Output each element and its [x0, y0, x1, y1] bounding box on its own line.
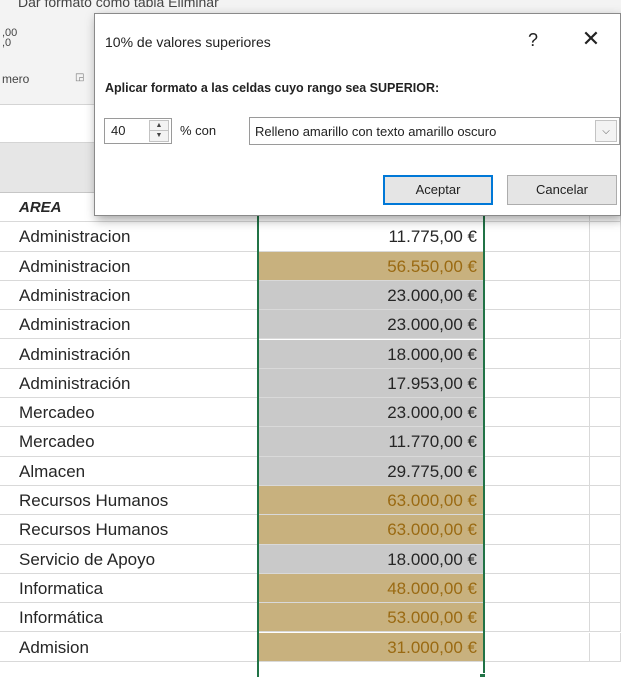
- area-cell[interactable]: Admision: [0, 632, 258, 662]
- format-dropdown-value: Relleno amarillo con texto amarillo oscu…: [255, 124, 497, 139]
- table-row: Servicio de Apoyo 18.000,00 €: [0, 544, 621, 574]
- empty-cell[interactable]: [484, 280, 590, 311]
- amount-cell[interactable]: 48.000,00 €: [258, 573, 484, 604]
- decimal-places-button[interactable]: ,00,0: [2, 28, 17, 49]
- rank-value[interactable]: 40: [111, 123, 125, 138]
- table-row: Administracion 23.000,00 €: [0, 310, 621, 340]
- amount-cell[interactable]: 17.953,00 €: [258, 368, 484, 399]
- empty-cell[interactable]: [590, 251, 621, 281]
- empty-cell[interactable]: [590, 427, 621, 457]
- amount-cell[interactable]: 31.000,00 €: [258, 632, 484, 662]
- empty-cell[interactable]: [590, 603, 621, 633]
- area-cell[interactable]: Recursos Humanos: [0, 515, 258, 545]
- empty-cell[interactable]: [484, 427, 590, 457]
- table-row: Almacen 29.775,00 €: [0, 456, 621, 486]
- table-row: Administración 18.000,00 €: [0, 339, 621, 369]
- empty-cell[interactable]: [484, 515, 590, 545]
- empty-cell[interactable]: [590, 339, 621, 369]
- empty-cell[interactable]: [590, 486, 621, 516]
- area-cell[interactable]: Administración: [0, 368, 258, 399]
- dialog-prompt: Aplicar formato a las celdas cuyo rango …: [105, 81, 440, 95]
- spinner-down-icon[interactable]: ▼: [150, 131, 168, 141]
- amount-cell[interactable]: 11.770,00 €: [258, 427, 484, 457]
- table-row: Administracion 56.550,00 €: [0, 251, 621, 281]
- empty-cell[interactable]: [484, 603, 590, 633]
- number-group-label: mero: [2, 72, 30, 86]
- area-cell[interactable]: Recursos Humanos: [0, 486, 258, 516]
- area-cell[interactable]: Administracion: [0, 251, 258, 281]
- area-cell[interactable]: Informática: [0, 603, 258, 633]
- empty-cell[interactable]: [484, 310, 590, 340]
- empty-cell[interactable]: [590, 280, 621, 311]
- area-cell[interactable]: Servicio de Apoyo: [0, 544, 258, 574]
- top-10-percent-dialog: 10% de valores superiores ? ✕ Aplicar fo…: [94, 13, 621, 216]
- help-button[interactable]: ?: [523, 30, 543, 51]
- close-icon[interactable]: ✕: [579, 27, 603, 52]
- table-row: Administracion 23.000,00 €: [0, 280, 621, 311]
- area-cell[interactable]: Almacen: [0, 456, 258, 486]
- area-cell[interactable]: Administracion: [0, 222, 258, 252]
- amount-cell[interactable]: 18.000,00 €: [258, 544, 484, 574]
- table-row: Admision 31.000,00 €: [0, 632, 621, 662]
- area-cell[interactable]: Administracion: [0, 310, 258, 340]
- rank-spinner[interactable]: 40 ▲ ▼: [104, 118, 172, 144]
- table-row: Administracion 11.775,00 €: [0, 222, 621, 252]
- empty-cell[interactable]: [484, 573, 590, 604]
- empty-cell[interactable]: [484, 398, 590, 428]
- table-row: Informática 53.000,00 €: [0, 603, 621, 633]
- amount-cell[interactable]: 11.775,00 €: [258, 222, 484, 252]
- table-row: Recursos Humanos 63.000,00 €: [0, 515, 621, 545]
- area-cell[interactable]: Mercadeo: [0, 427, 258, 457]
- table-row: Mercadeo 11.770,00 €: [0, 427, 621, 457]
- amount-cell[interactable]: 23.000,00 €: [258, 310, 484, 340]
- percent-with-label: % con: [180, 123, 217, 138]
- empty-cell[interactable]: [590, 398, 621, 428]
- table-row: Administración 17.953,00 €: [0, 368, 621, 399]
- spinner-up-icon[interactable]: ▲: [150, 121, 168, 131]
- amount-cell[interactable]: 53.000,00 €: [258, 603, 484, 633]
- amount-cell[interactable]: 29.775,00 €: [258, 456, 484, 486]
- spinner-buttons: ▲ ▼: [149, 120, 169, 142]
- amount-cell[interactable]: 56.550,00 €: [258, 251, 484, 281]
- dialog-launcher-icon[interactable]: ◲: [75, 72, 84, 83]
- empty-cell[interactable]: [484, 456, 590, 486]
- empty-cell[interactable]: [590, 222, 621, 252]
- empty-cell[interactable]: [484, 486, 590, 516]
- empty-cell[interactable]: [590, 515, 621, 545]
- empty-cell[interactable]: [484, 251, 590, 281]
- ribbon-cut-off-labels[interactable]: Dar formato como tabla Eliminar: [18, 0, 458, 10]
- empty-cell[interactable]: [590, 368, 621, 399]
- format-dropdown[interactable]: Relleno amarillo con texto amarillo oscu…: [249, 117, 620, 145]
- ok-button[interactable]: Aceptar: [383, 175, 493, 205]
- table-row: Recursos Humanos 63.000,00 €: [0, 486, 621, 516]
- empty-cell[interactable]: [484, 544, 590, 574]
- empty-cell[interactable]: [590, 456, 621, 486]
- area-cell[interactable]: Mercadeo: [0, 398, 258, 428]
- amount-cell[interactable]: 63.000,00 €: [258, 515, 484, 545]
- empty-cell[interactable]: [484, 222, 590, 252]
- table-row: Mercadeo 23.000,00 €: [0, 398, 621, 428]
- fill-handle[interactable]: [479, 673, 486, 677]
- empty-cell[interactable]: [484, 368, 590, 399]
- empty-cell[interactable]: [590, 310, 621, 340]
- empty-cell[interactable]: [590, 544, 621, 574]
- empty-cell[interactable]: [590, 573, 621, 604]
- worksheet-grid: AREA Administracion 11.775,00 € Administra…: [0, 193, 621, 677]
- table-row: Informatica 48.000,00 €: [0, 573, 621, 604]
- amount-cell[interactable]: 63.000,00 €: [258, 486, 484, 516]
- area-cell[interactable]: Informatica: [0, 573, 258, 604]
- amount-cell[interactable]: 18.000,00 €: [258, 339, 484, 369]
- amount-cell[interactable]: 23.000,00 €: [258, 398, 484, 428]
- amount-cell[interactable]: 23.000,00 €: [258, 280, 484, 311]
- area-cell[interactable]: Administración: [0, 339, 258, 369]
- dialog-title: 10% de valores superiores: [105, 34, 271, 50]
- empty-cell[interactable]: [590, 632, 621, 662]
- chevron-down-icon[interactable]: ⌵: [595, 120, 617, 142]
- area-cell[interactable]: Administracion: [0, 280, 258, 311]
- empty-cell[interactable]: [484, 339, 590, 369]
- empty-cell[interactable]: [484, 632, 590, 662]
- cancel-button[interactable]: Cancelar: [507, 175, 617, 205]
